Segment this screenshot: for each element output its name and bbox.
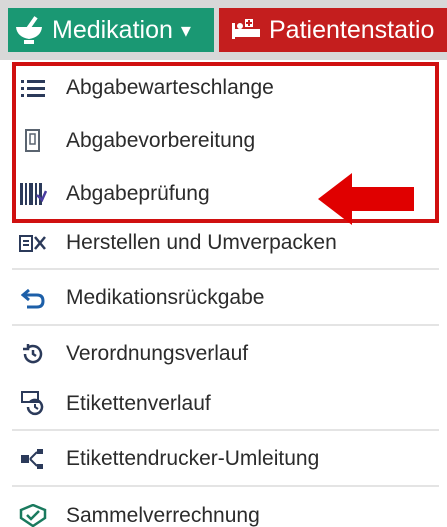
menu-item-prescription-history[interactable]: Verordnungsverlauf bbox=[18, 328, 438, 380]
menu-item-label: Etikettendrucker-Umleitung bbox=[66, 447, 320, 470]
printer-redirect-icon bbox=[18, 444, 48, 474]
label-history-icon bbox=[18, 389, 48, 419]
menu-item-dispense-preparation[interactable]: Abgabevorbereitung bbox=[18, 115, 438, 167]
history-icon bbox=[18, 339, 48, 369]
menu-divider bbox=[12, 324, 439, 326]
return-arrow-icon bbox=[18, 283, 48, 313]
menu-item-label: Medikationsrückgabe bbox=[66, 286, 265, 309]
medication-menu-label: Medikation bbox=[52, 15, 173, 44]
menu-item-manufacture-repack[interactable]: Herstellen und Umverpacken bbox=[18, 217, 438, 269]
repack-icon bbox=[18, 228, 48, 258]
list-icon bbox=[18, 73, 48, 103]
menu-item-label: Abgabewarteschlange bbox=[66, 76, 274, 99]
menu-item-label: Verordnungsverlauf bbox=[66, 342, 249, 365]
menu-item-label-printer-redirect[interactable]: Etikettendrucker-Umleitung bbox=[18, 433, 438, 485]
menu-divider bbox=[12, 485, 439, 487]
patient-bed-icon bbox=[232, 19, 260, 39]
medication-menu-button[interactable]: Medikation ▾ bbox=[8, 8, 214, 52]
patient-station-button[interactable]: Patientenstatio bbox=[225, 8, 447, 52]
menu-item-label: Herstellen und Umverpacken bbox=[66, 231, 337, 254]
top-toolbar: Medikation ▾ Patientenstatio bbox=[0, 0, 447, 60]
menu-item-collective-billing[interactable]: Sammelverrechnung bbox=[18, 490, 438, 527]
chevron-down-icon: ▾ bbox=[180, 19, 191, 42]
menu-divider bbox=[12, 429, 439, 431]
menu-item-label: Abgabevorbereitung bbox=[66, 129, 256, 152]
barcode-icon bbox=[18, 179, 48, 209]
menu-item-dispense-queue[interactable]: Abgabewarteschlange bbox=[18, 62, 438, 114]
menu-item-label: Abgabeprüfung bbox=[66, 182, 210, 205]
patient-station-label: Patientenstatio bbox=[269, 15, 435, 44]
document-icon bbox=[18, 126, 48, 156]
menu-item-label: Etikettenverlauf bbox=[66, 392, 211, 415]
medication-dropdown-menu: Abgabewarteschlange Abgabevorbereitung A… bbox=[0, 60, 447, 527]
menu-item-medication-return[interactable]: Medikationsrückgabe bbox=[18, 272, 438, 324]
menu-item-label: Sammelverrechnung bbox=[66, 504, 260, 527]
mortar-pestle-icon bbox=[16, 16, 42, 44]
menu-divider bbox=[12, 268, 439, 270]
billing-icon bbox=[18, 501, 48, 527]
menu-item-label-history[interactable]: Etikettenverlauf bbox=[18, 378, 438, 430]
